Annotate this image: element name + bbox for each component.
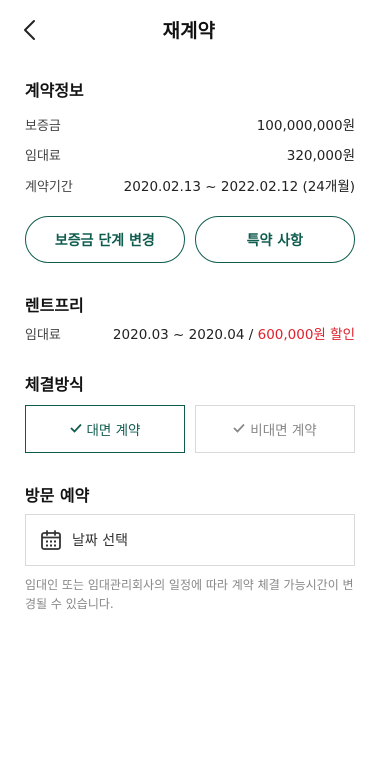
rent-value: 320,000원 <box>286 148 355 164</box>
contract-period-value: 2020.02.13 ~ 2022.02.12 (24개월) <box>123 179 355 195</box>
rent-free-discount: 600,000원 할인 <box>257 327 355 343</box>
signing-method-title: 체결방식 <box>25 375 84 394</box>
remote-contract-option[interactable]: 비대면 계약 <box>195 405 355 453</box>
deposit-row: 보증금 100,000,000원 <box>25 114 355 134</box>
rent-label: 임대료 <box>25 148 61 164</box>
visit-notice: 임대인 또는 임대관리회사의 일정에 따라 계약 체결 가능시간이 변경될 수 … <box>25 578 354 611</box>
special-terms-button[interactable]: 특약 사항 <box>195 216 355 263</box>
check-icon <box>69 422 82 437</box>
page-title: 재계약 <box>162 20 216 42</box>
contract-period-label: 계약기간 <box>25 179 73 195</box>
check-icon <box>233 422 245 437</box>
rent-free-label: 임대료 <box>25 327 61 343</box>
rent-row: 임대료 320,000원 <box>25 144 355 164</box>
deposit-value: 100,000,000원 <box>256 118 355 134</box>
rent-free-detail: 2020.03 ~ 2020.04 / 600,000원 할인 <box>113 323 355 343</box>
date-select-field[interactable]: 날짜 선택 <box>25 514 355 566</box>
app-header: 재계약 <box>0 0 378 58</box>
visit-reservation-title: 방문 예약 <box>25 486 90 505</box>
rent-free-period: 2020.03 ~ 2020.04 / <box>112 327 258 343</box>
rent-free-row: 임대료 2020.03 ~ 2020.04 / 600,000원 할인 <box>25 323 355 343</box>
in-person-contract-option[interactable]: 대면 계약 <box>25 405 185 453</box>
back-button[interactable] <box>14 15 44 45</box>
in-person-contract-label: 대면 계약 <box>86 423 141 439</box>
date-select-placeholder: 날짜 선택 <box>72 533 128 549</box>
calendar-icon <box>40 529 62 551</box>
rent-free-title: 렌트프리 <box>25 296 84 315</box>
change-deposit-button[interactable]: 보증금 단계 변경 <box>25 216 185 263</box>
contract-info-title: 계약정보 <box>25 81 84 100</box>
deposit-label: 보증금 <box>25 118 61 134</box>
remote-contract-label: 비대면 계약 <box>250 423 317 439</box>
contract-period-row: 계약기간 2020.02.13 ~ 2022.02.12 (24개월) <box>25 175 355 195</box>
chevron-left-icon <box>24 20 35 40</box>
